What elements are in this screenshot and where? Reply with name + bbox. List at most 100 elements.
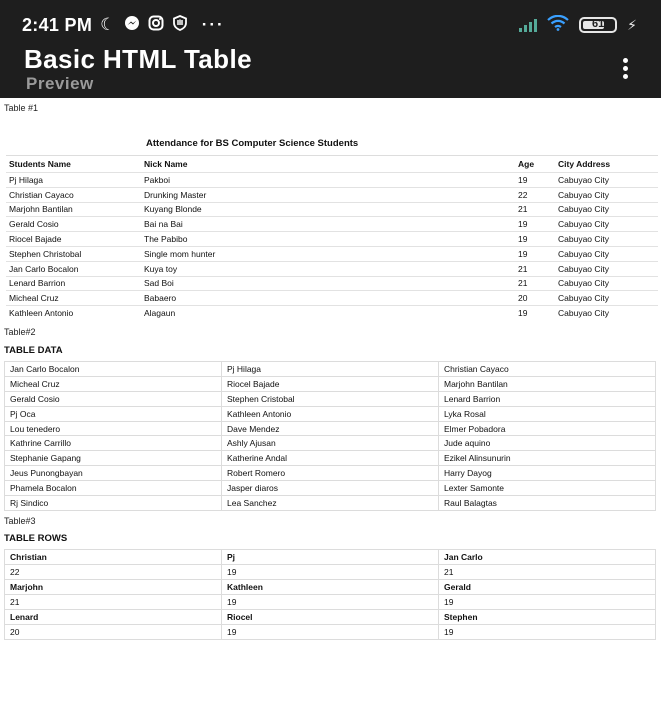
table-row: Gerald Cosio Stephen Cristobal Lenard Barr… — [4, 390, 656, 407]
student-name: Kathleen Antonio — [6, 305, 144, 321]
city-address: Cabuyao City — [558, 305, 658, 321]
table-cell: Dave Mendez — [221, 420, 439, 437]
table-cell: Lou tenedero — [4, 420, 222, 437]
instagram-icon — [148, 15, 164, 36]
student-name: Jan Carlo Bocalon — [6, 260, 144, 277]
table-cell: Stephanie Gapang — [4, 450, 222, 467]
table2-heading: TABLE DATA — [4, 345, 63, 356]
table-cell: Jasper diaros — [221, 480, 439, 497]
nick-name: Kuyang Blonde — [144, 201, 518, 217]
charging-icon: ⚡ — [627, 16, 637, 33]
table-rows-grid: Christian Pj Jan Carlo 22 19 21 Marjohn Kathl… — [4, 549, 656, 640]
table-row: Jeus Punongbayan Robert Romero Harry Dayog — [4, 465, 656, 482]
signal-icon — [519, 18, 538, 32]
age: 21 — [518, 275, 558, 291]
table-row: Rj Sindico Lea Sanchez Raul Balagtas — [4, 495, 656, 511]
table-cell: Harry Dayog — [438, 465, 656, 482]
more-dots-icon: ··· — [201, 15, 225, 34]
city-address: Cabuyao City — [558, 201, 658, 217]
table-row: Marjohn Bantilan Kuyang Blonde 21 Cabuyao C… — [6, 201, 658, 217]
name-cell: Riocel — [221, 609, 439, 625]
name-cell: Christian — [4, 549, 222, 565]
table-cell: Elmer Pobadora — [438, 420, 656, 437]
table-cell: Rj Sindico — [4, 495, 222, 511]
table-row: Stephen Christobal Single mom hunter 19 Cab… — [6, 245, 658, 262]
table-cell: Kathrine Carrillo — [4, 435, 222, 452]
name-row: Marjohn Kathleen Gerald — [4, 579, 656, 595]
name-row: Christian Pj Jan Carlo — [4, 549, 656, 565]
age: 21 — [518, 201, 558, 217]
status-bar: 2:41 PM ☾ ··· — [22, 14, 225, 36]
nick-name: Bai na Bai — [144, 216, 518, 232]
table-row: Lenard Barrion Sad Boi 21 Cabuyao City — [6, 275, 658, 291]
table-cell: Jude aquino — [438, 435, 656, 452]
nick-name: Kuya toy — [144, 260, 518, 277]
header-city-address: City Address — [558, 155, 658, 173]
table-data-grid: Jan Carlo Bocalon Pj Hilaga Christian Caya… — [4, 361, 656, 511]
page-title: Basic HTML Table — [24, 44, 252, 74]
student-name: Riocel Bajade — [6, 231, 144, 247]
city-address: Cabuyao City — [558, 260, 658, 277]
age-cell: 19 — [221, 624, 439, 640]
nick-name: Pakboi — [144, 172, 518, 188]
name-row: Lenard Riocel Stephen — [4, 609, 656, 625]
table-cell: Gerald Cosio — [4, 390, 222, 407]
name-cell: Gerald — [438, 579, 656, 595]
header-nick-name: Nick Name — [144, 155, 518, 173]
table-cell: Christian Cayaco — [438, 361, 656, 377]
attendance-table: Attendance for BS Computer Science Stude… — [6, 133, 658, 321]
table-row: Lou tenedero Dave Mendez Elmer Pobadora — [4, 420, 656, 437]
table-row: Riocel Bajade The Pabibo 19 Cabuyao City — [6, 231, 658, 247]
student-name: Gerald Cosio — [6, 216, 144, 232]
age: 19 — [518, 216, 558, 232]
age-cell: 19 — [438, 594, 656, 610]
age-cell: 22 — [4, 564, 222, 580]
table-row: Phamela Bocalon Jasper diaros Lexter Samon… — [4, 480, 656, 497]
table-cell: Riocel Bajade — [221, 375, 439, 392]
age-cell: 19 — [438, 624, 656, 640]
status-time: 2:41 PM — [22, 14, 93, 35]
student-name: Stephen Christobal — [6, 245, 144, 262]
table-cell: Lea Sanchez — [221, 495, 439, 511]
name-cell: Lenard — [4, 609, 222, 625]
age: 20 — [518, 290, 558, 306]
table-cell: Pj Hilaga — [221, 361, 439, 377]
age: 19 — [518, 245, 558, 262]
vpn-icon — [172, 14, 188, 36]
table-cell: Ashly Ajusan — [221, 435, 439, 452]
table3-heading: TABLE ROWS — [4, 533, 68, 544]
student-name: Marjohn Bantilan — [6, 201, 144, 217]
wifi-icon — [547, 14, 569, 36]
age-row: 21 19 19 — [4, 594, 656, 610]
overflow-menu-icon[interactable] — [621, 58, 629, 80]
table2-label: Table#2 — [4, 327, 36, 337]
age: 21 — [518, 260, 558, 277]
table-cell: Stephen Cristobal — [221, 390, 439, 407]
table-cell: Robert Romero — [221, 465, 439, 482]
age-row: 20 19 19 — [4, 624, 656, 640]
table-cell: Phamela Bocalon — [4, 480, 222, 497]
table-cell: Micheal Cruz — [4, 375, 222, 392]
table-cell: Pj Oca — [4, 405, 222, 422]
table-row: Christian Cayaco Drunking Master 22 Cabuyao… — [6, 186, 658, 203]
table-row: Pj Hilaga Pakboi 19 Cabuyao City — [6, 172, 658, 188]
city-address: Cabuyao City — [558, 231, 658, 247]
student-name: Pj Hilaga — [6, 172, 144, 188]
table-row: Micheal Cruz Riocel Bajade Marjohn Bantila… — [4, 375, 656, 392]
name-cell: Kathleen — [221, 579, 439, 595]
city-address: Cabuyao City — [558, 216, 658, 232]
table-header-row: Students Name Nick Name Age City Address — [6, 155, 658, 173]
nick-name: Babaero — [144, 290, 518, 306]
age: 19 — [518, 231, 558, 247]
table-cell: Katherine Andal — [221, 450, 439, 467]
name-cell: Jan Carlo — [438, 549, 656, 565]
table-cell: Ezikel Alinsunurin — [438, 450, 656, 467]
name-cell: Stephen — [438, 609, 656, 625]
city-address: Cabuyao City — [558, 245, 658, 262]
age: 19 — [518, 305, 558, 321]
age: 22 — [518, 186, 558, 203]
nick-name: The Pabibo — [144, 231, 518, 247]
moon-icon: ☾ — [100, 15, 116, 34]
table-cell: Marjohn Bantilan — [438, 375, 656, 392]
header-students-name: Students Name — [6, 155, 144, 173]
